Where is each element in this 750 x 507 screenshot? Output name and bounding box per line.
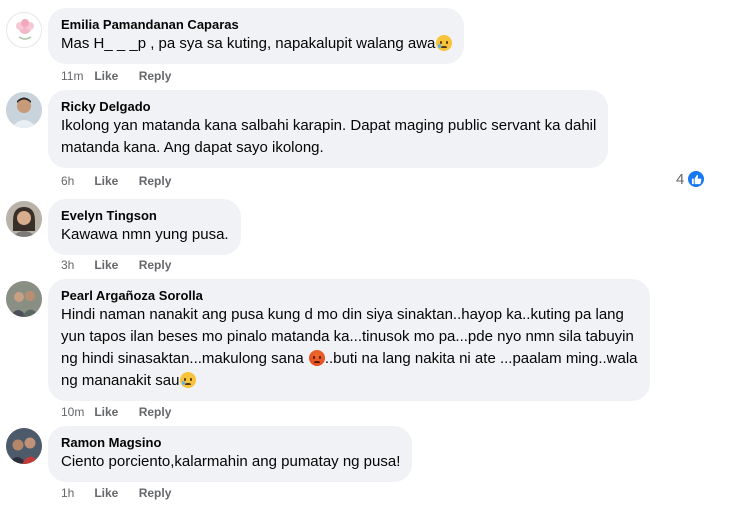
comment-author[interactable]: Evelyn Tingson bbox=[61, 207, 229, 224]
avatar[interactable] bbox=[6, 281, 42, 317]
like-reaction-icon bbox=[687, 170, 706, 188]
reply-button[interactable]: Reply bbox=[139, 404, 172, 420]
sad-tear-emoji-icon bbox=[180, 372, 197, 388]
like-button[interactable]: Like bbox=[94, 68, 118, 84]
reaction-summary[interactable]: 4 bbox=[676, 170, 706, 188]
person-avatar-icon bbox=[6, 428, 42, 464]
comment-timestamp[interactable]: 10m bbox=[61, 404, 91, 420]
avatar[interactable] bbox=[6, 92, 42, 128]
comment-author[interactable]: Pearl Argañoza Sorolla bbox=[61, 287, 638, 304]
reply-button[interactable]: Reply bbox=[139, 257, 172, 273]
comment-actions: 3h Like Reply bbox=[61, 257, 188, 273]
person-avatar-icon bbox=[6, 281, 42, 317]
comment-actions: 11m Like Reply bbox=[61, 68, 188, 84]
comment-actions: 1h Like Reply bbox=[61, 485, 188, 501]
comment-author[interactable]: Ricky Delgado bbox=[61, 98, 596, 115]
avatar[interactable] bbox=[6, 201, 42, 237]
comment-author[interactable]: Emilia Pamandanan Caparas bbox=[61, 16, 452, 33]
person-avatar-icon bbox=[6, 201, 42, 237]
like-button[interactable]: Like bbox=[94, 257, 118, 273]
comment-actions: 6h Like Reply bbox=[61, 173, 188, 189]
comment-timestamp[interactable]: 3h bbox=[61, 257, 91, 273]
comment-text-body: Mas H_ _ _p , pa sya sa kuting, napakalu… bbox=[61, 35, 436, 52]
comment-bubble: Ramon Magsino Ciento porciento,kalarmahi… bbox=[48, 426, 413, 482]
comment-bubble: Pearl Argañoza Sorolla Hindi naman nanak… bbox=[48, 279, 650, 401]
angry-emoji-icon bbox=[308, 350, 325, 366]
avatar[interactable] bbox=[6, 12, 42, 48]
comment-author[interactable]: Ramon Magsino bbox=[61, 434, 400, 451]
like-button[interactable]: Like bbox=[94, 173, 118, 189]
comment-bubble: Emilia Pamandanan Caparas Mas H_ _ _p , … bbox=[48, 8, 465, 64]
comment-text: Ikolong yan matanda kana salbahi karapin… bbox=[61, 117, 597, 156]
comment-bubble: Evelyn Tingson Kawawa nmn yung pusa. bbox=[48, 199, 241, 255]
comment-timestamp[interactable]: 6h bbox=[61, 173, 91, 189]
reaction-count: 4 bbox=[676, 170, 685, 188]
like-button[interactable]: Like bbox=[94, 404, 118, 420]
person-avatar-icon bbox=[6, 92, 42, 128]
comment-text: Mas H_ _ _p , pa sya sa kuting, napakalu… bbox=[61, 33, 453, 55]
reply-button[interactable]: Reply bbox=[139, 173, 172, 189]
reply-button[interactable]: Reply bbox=[139, 68, 172, 84]
comment-text: Hindi naman nanakit ang pusa kung d mo d… bbox=[61, 304, 638, 392]
reply-button[interactable]: Reply bbox=[139, 485, 172, 501]
comment-text: Kawawa nmn yung pusa. bbox=[61, 226, 229, 243]
comment-bubble: Ricky Delgado Ikolong yan matanda kana s… bbox=[48, 90, 609, 168]
sad-tear-emoji-icon bbox=[436, 35, 453, 51]
comment-timestamp[interactable]: 11m bbox=[61, 68, 91, 84]
avatar[interactable] bbox=[6, 428, 42, 464]
comment-text: Ciento porciento,kalarmahin ang pumatay … bbox=[61, 453, 401, 470]
flower-avatar-icon bbox=[8, 14, 41, 47]
comment-timestamp[interactable]: 1h bbox=[61, 485, 91, 501]
comment-actions: 10m Like Reply bbox=[61, 404, 188, 420]
like-button[interactable]: Like bbox=[94, 485, 118, 501]
